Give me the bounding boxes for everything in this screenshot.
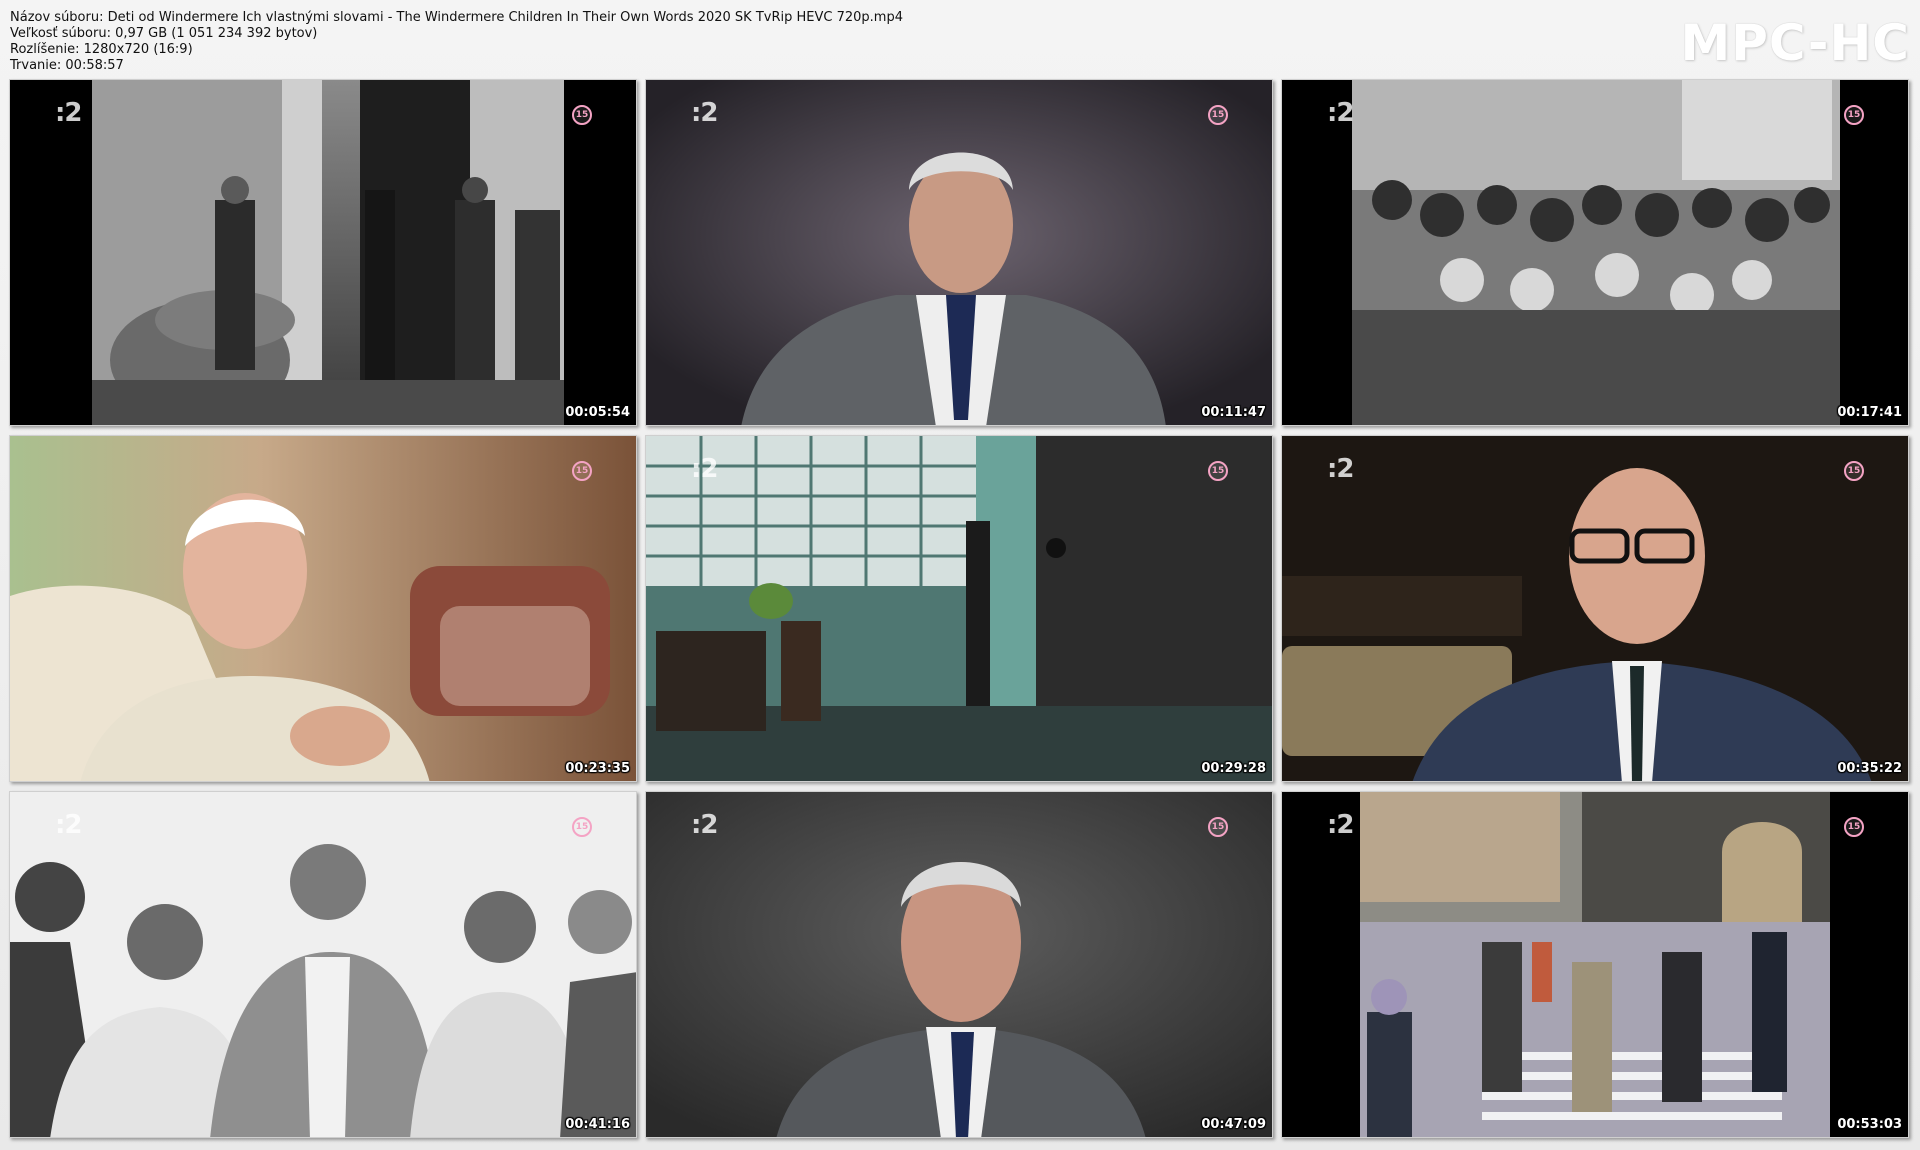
frame-image-interview-man [646,80,1272,425]
timestamp: 00:47:09 [1201,1117,1266,1132]
channel-logo: :2 [691,454,718,484]
timestamp: 00:29:28 [1201,761,1266,776]
channel-logo: :2 [691,98,718,128]
channel-logo: :2 [55,98,82,128]
frame-image-man-armchair [10,436,636,781]
thumbnail-grid: :2 15 00:05:54 :2 15 00:11:47:2 15 00:1… [0,0,1920,1150]
age-rating-badge: 15 [572,817,592,837]
frame-image-man-glasses [1282,436,1908,781]
thumbnail-9[interactable]: :2 15 00:53:03 [1281,791,1909,1138]
age-rating-badge: 15 [572,105,592,125]
timestamp: 00:17:41 [1837,405,1902,420]
frame-image-soldiers [10,80,636,425]
age-rating-badge: 15 [1208,105,1228,125]
thumbnail-1[interactable]: :2 15 00:05:54 [9,79,637,426]
timestamp: 00:41:16 [565,1117,630,1132]
thumbnail-7[interactable]: :2 15 00:41:16 [9,791,637,1138]
channel-logo: :2 [1327,98,1354,128]
thumbnail-3[interactable]: :2 15 00:17:41 [1281,79,1909,426]
frame-image-street-scene [1282,792,1908,1137]
thumbnail-2[interactable]: :2 15 00:11:47 [645,79,1273,426]
frame-image-room-window [646,436,1272,781]
timestamp: 00:53:03 [1837,1117,1902,1132]
timestamp: 00:11:47 [1201,405,1266,420]
frame-image-crowd [1282,80,1908,425]
thumbnail-6[interactable]: :2 15 00:35:22 [1281,435,1909,782]
channel-logo: :2 [1327,454,1354,484]
thumbnail-5[interactable]: :2 15 00:29:28 [645,435,1273,782]
age-rating-badge: 15 [1208,461,1228,481]
channel-logo: :2 [691,810,718,840]
age-rating-badge: 15 [1844,817,1864,837]
frame-image-interview-man-close [646,792,1272,1137]
channel-logo: :2 [55,810,82,840]
timestamp: 00:05:54 [565,405,630,420]
thumbnail-4[interactable]: 15 00:23:35 [9,435,637,782]
timestamp: 00:35:22 [1837,761,1902,776]
age-rating-badge: 15 [1844,105,1864,125]
channel-logo: :2 [1327,810,1354,840]
age-rating-badge: 15 [572,461,592,481]
age-rating-badge: 15 [1208,817,1228,837]
timestamp: 00:23:35 [565,761,630,776]
frame-image-group-photo [10,792,636,1137]
thumbnail-8[interactable]: :2 15 00:47:09 [645,791,1273,1138]
age-rating-badge: 15 [1844,461,1864,481]
